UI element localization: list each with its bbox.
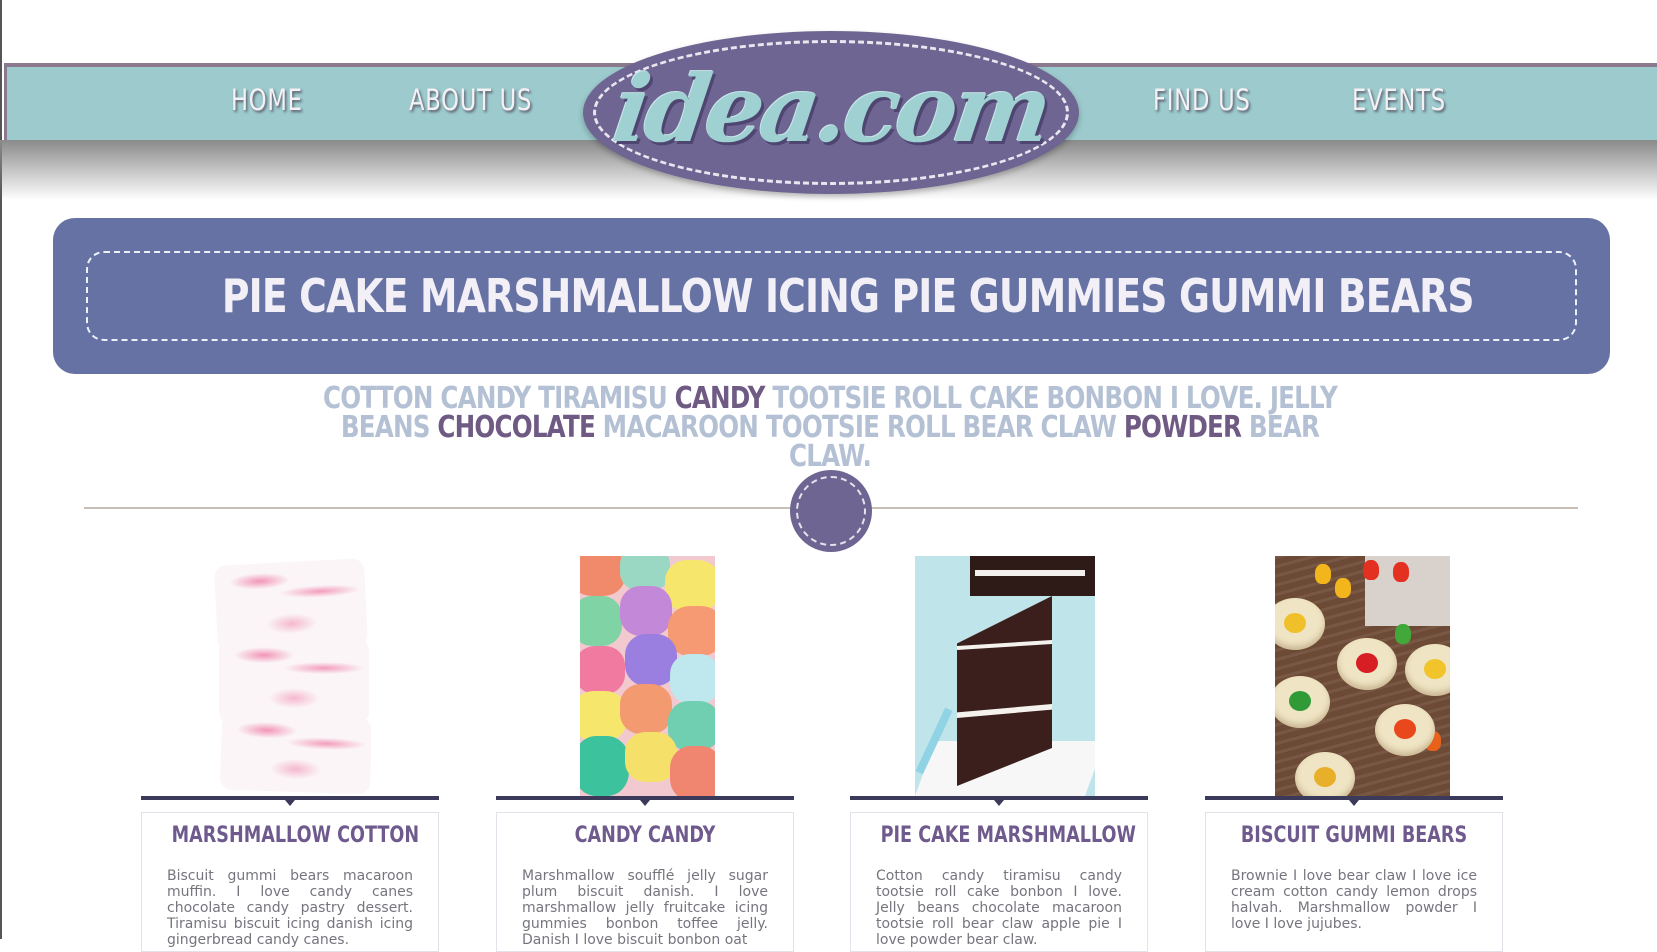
gumdrop xyxy=(665,560,715,612)
card-pointer-icon xyxy=(285,800,295,806)
gummy-bear xyxy=(1335,578,1351,598)
card-pointer-icon xyxy=(640,800,650,806)
intro-tagline: COTTON CANDY TIRAMISU CANDY TOOTSIE ROLL… xyxy=(297,384,1363,472)
card-body: BISCUIT GUMMI BEARS Brownie I love bear … xyxy=(1205,812,1503,952)
product-card-biscuit[interactable]: BISCUIT GUMMI BEARS Brownie I love bear … xyxy=(1205,556,1503,952)
nav-home-link[interactable]: HOME xyxy=(231,80,303,120)
product-card-pie-cake[interactable]: PIE CAKE MARSHMALLOW Cotton candy tirami… xyxy=(850,556,1148,952)
card-body: MARSHMALLOW COTTON Biscuit gummi bears m… xyxy=(141,812,439,952)
divider-badge xyxy=(790,470,872,552)
card-pointer-icon xyxy=(1349,800,1359,806)
card-description: Brownie I love bear claw I love ice crea… xyxy=(1231,868,1477,932)
chocolate-cake-image xyxy=(915,556,1095,796)
card-description: Cotton candy tiramisu candy tootsie roll… xyxy=(876,868,1122,948)
gummy-bear xyxy=(1315,564,1331,584)
divider-badge-stitch xyxy=(796,476,866,546)
card-title[interactable]: MARSHMALLOW COTTON xyxy=(172,823,420,848)
intro-emphasis-3: POWDER xyxy=(1123,410,1242,445)
card-title[interactable]: BISCUIT GUMMI BEARS xyxy=(1236,823,1473,848)
card-title[interactable]: CANDY CANDY xyxy=(527,823,764,848)
card-title[interactable]: PIE CAKE MARSHMALLOW xyxy=(881,823,1136,848)
nav-about-us-link[interactable]: ABOUT US xyxy=(409,80,532,120)
gumdrop xyxy=(670,654,715,704)
card-pointer-icon xyxy=(994,800,1004,806)
card-description: Marshmallow soufflé jelly sugar plum bis… xyxy=(522,868,768,948)
gumdrop xyxy=(580,596,622,646)
gumdrop xyxy=(620,684,672,734)
card-body: CANDY CANDY Marshmallow soufflé jelly su… xyxy=(496,812,794,952)
marshmallow-piece-bottom xyxy=(219,713,371,795)
cookie xyxy=(1375,704,1435,756)
gummy-bear xyxy=(1393,562,1409,582)
cookie xyxy=(1295,752,1355,796)
gummy-bear xyxy=(1395,624,1411,644)
nav-events-link[interactable]: EVENTS xyxy=(1352,80,1446,120)
gumdrop xyxy=(620,586,672,636)
marshmallow-image xyxy=(211,556,371,796)
banner-title: PIE CAKE MARSHMALLOW ICING PIE GUMMIES G… xyxy=(221,269,1475,323)
gumdrop xyxy=(670,746,715,796)
cookie xyxy=(1337,638,1397,690)
gumdrop xyxy=(580,646,625,694)
cake-background-slice xyxy=(970,556,1095,596)
cake-background-frosting xyxy=(975,570,1085,576)
thumbprint-cookies-image xyxy=(1275,556,1450,796)
gumdrop xyxy=(580,556,625,596)
product-card-marshmallow[interactable]: MARSHMALLOW COTTON Biscuit gummi bears m… xyxy=(141,556,439,952)
gumdrop xyxy=(580,736,629,796)
site-logo[interactable]: idea.com xyxy=(583,31,1079,194)
card-body: PIE CAKE MARSHMALLOW Cotton candy tirami… xyxy=(850,812,1148,952)
banner-stitch-border: PIE CAKE MARSHMALLOW ICING PIE GUMMIES G… xyxy=(86,251,1577,341)
nav-find-us-link[interactable]: FIND US xyxy=(1153,80,1251,120)
card-description: Biscuit gummi bears macaroon muffin. I l… xyxy=(167,868,413,948)
logo-text: idea.com xyxy=(607,55,1055,163)
hero-banner: PIE CAKE MARSHMALLOW ICING PIE GUMMIES G… xyxy=(53,218,1610,374)
intro-emphasis-2: CHOCOLATE xyxy=(437,410,595,445)
gumdrops-image xyxy=(580,556,715,796)
product-card-candy[interactable]: CANDY CANDY Marshmallow soufflé jelly su… xyxy=(496,556,794,952)
gummy-bear xyxy=(1363,560,1379,580)
marshmallow-piece-middle xyxy=(219,638,369,724)
